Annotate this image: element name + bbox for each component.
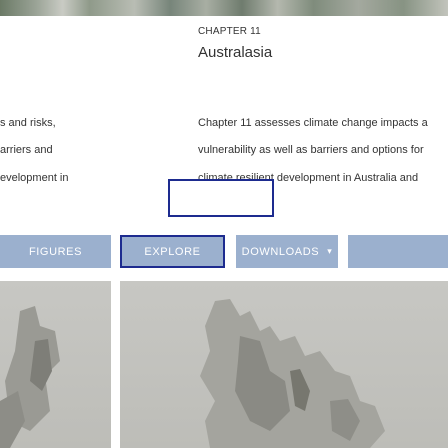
downloads-button-label: DOWNLOADS [241, 245, 320, 258]
description-line: Chapter 11 assesses climate change impac… [198, 117, 428, 129]
chapter-title: Australasia [198, 44, 273, 61]
chapter-map-thumbnail[interactable] [120, 281, 448, 448]
description-line: vulnerability as well as barriers and op… [198, 144, 424, 156]
focus-outline-box [168, 179, 274, 217]
header-banner-image [0, 0, 448, 16]
chapter-number: CHAPTER 11 [198, 26, 261, 37]
downloads-button[interactable]: DOWNLOADS ▾ [236, 235, 338, 268]
summary-line: s and risks, [0, 117, 56, 129]
chevron-down-icon: ▾ [327, 246, 333, 256]
explore-button[interactable]: EXPLORE [120, 235, 225, 268]
figures-button-label: FIGURES [28, 245, 83, 258]
share-button[interactable] [348, 235, 448, 268]
explore-button-label: EXPLORE [144, 245, 201, 258]
figures-thumbnail[interactable] [0, 281, 111, 448]
figures-button[interactable]: FIGURES [0, 235, 111, 268]
summary-line: arriers and [0, 144, 53, 156]
summary-line: evelopment in [0, 172, 69, 184]
